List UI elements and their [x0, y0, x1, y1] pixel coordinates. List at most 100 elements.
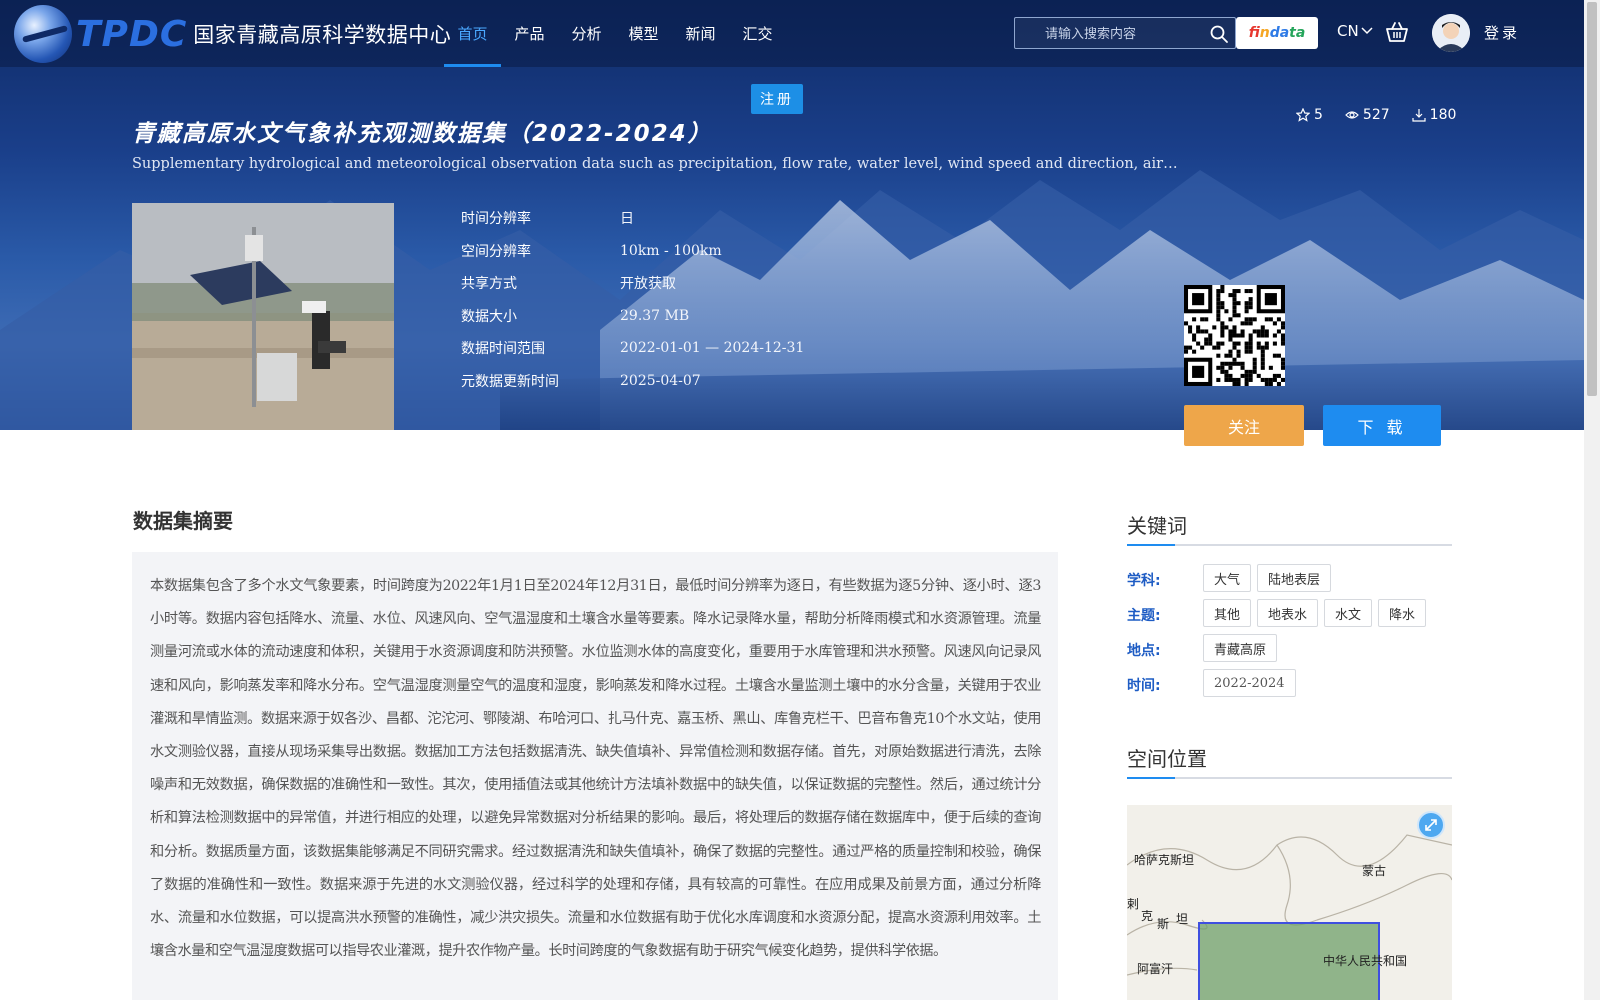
nav-news[interactable]: 新闻	[672, 0, 729, 67]
map-label: 斯	[1157, 917, 1170, 931]
keyword-row-time: 时间: 2022-2024	[1127, 669, 1452, 704]
qr-code-icon	[1184, 285, 1285, 386]
follow-button[interactable]: 关注	[1184, 405, 1304, 446]
keyword-tag[interactable]: 2022-2024	[1203, 669, 1296, 697]
keyword-tag[interactable]: 降水	[1378, 599, 1427, 627]
map-label: 坦	[1176, 912, 1189, 926]
meta-value: 日	[620, 211, 634, 228]
keyword-tag[interactable]: 其他	[1203, 599, 1252, 627]
dataset-photo	[132, 203, 394, 430]
findata-part-4: ta	[1289, 25, 1306, 41]
dataset-title: 青藏高原水文气象补充观测数据集（2022-2024）	[132, 121, 713, 147]
keyword-row-theme: 主题: 其他 地表水 水文 降水	[1127, 599, 1452, 634]
map-boundaries	[1127, 834, 1452, 1000]
meta-row: 共享方式 开放获取	[461, 267, 804, 300]
register-button[interactable]: 注册	[751, 84, 803, 114]
map-expand-icon[interactable]	[1417, 811, 1445, 839]
star-count-value: 5	[1314, 107, 1323, 123]
keywords-panel: 关键词 学科: 大气 陆地表层 主题: 其他 地表水 水文 降水 地点: 青藏高…	[1127, 510, 1452, 704]
language-label: CN	[1337, 22, 1359, 40]
map-label: 阿富汗	[1137, 962, 1174, 976]
nav-products[interactable]: 产品	[501, 0, 558, 67]
map-label: 哈萨克斯坦	[1134, 853, 1195, 867]
logo-abbreviation: TPDC	[76, 13, 188, 55]
download-count-value: 180	[1429, 107, 1457, 123]
download-icon	[1412, 109, 1426, 122]
main-nav: 首页 产品 分析 模型 新闻 汇交	[444, 0, 786, 67]
site-logo[interactable]: TPDC 国家青藏高原科学数据中心	[14, 4, 451, 64]
keyword-tag[interactable]: 青藏高原	[1203, 634, 1278, 662]
keyword-label: 学科:	[1127, 573, 1161, 589]
keyword-tag[interactable]: 陆地表层	[1257, 564, 1332, 592]
dataset-stats: 5 527 180	[1296, 107, 1456, 123]
findata-link[interactable]: fi n da ta	[1236, 17, 1318, 49]
meta-key: 数据时间范围	[461, 341, 545, 358]
summary-heading: 数据集摘要	[133, 509, 233, 533]
login-link[interactable]: 登录	[1484, 22, 1520, 43]
search-box	[1014, 17, 1236, 49]
page-scrollbar[interactable]	[1584, 0, 1600, 1000]
dataset-english-subtitle: Supplementary hydrological and meteorolo…	[132, 156, 1182, 172]
keyword-row-discipline: 学科: 大气 陆地表层	[1127, 564, 1452, 599]
star-count[interactable]: 5	[1296, 107, 1323, 123]
search-input[interactable]	[1015, 18, 1195, 48]
spatial-panel: 空间位置	[1127, 743, 1452, 779]
findata-part-3: da	[1269, 25, 1290, 41]
nav-home[interactable]: 首页	[444, 0, 501, 67]
user-avatar[interactable]	[1432, 14, 1470, 52]
meta-key: 元数据更新时间	[461, 373, 559, 390]
meta-key: 数据大小	[461, 308, 517, 325]
view-count-value: 527	[1362, 107, 1390, 123]
nav-submit[interactable]: 汇交	[729, 0, 786, 67]
dataset-metadata: 时间分辨率 日 空间分辨率 10km - 100km 共享方式 开放获取 数据大…	[461, 202, 804, 397]
keyword-label: 地点:	[1127, 643, 1161, 659]
meta-row: 数据大小 29.37 MB	[461, 300, 804, 333]
globe-logo-icon	[14, 5, 72, 63]
scrollbar-thumb[interactable]	[1587, 2, 1597, 396]
meta-key: 共享方式	[461, 276, 517, 293]
search-icon[interactable]	[1209, 24, 1229, 44]
summary-box: 本数据集包含了多个水文气象要素，时间跨度为2022年1月1日至2024年12月3…	[132, 552, 1058, 1000]
map-label: 克	[1141, 909, 1154, 923]
map-label: 中华人民共和国	[1323, 954, 1408, 968]
keyword-label: 主题:	[1127, 608, 1161, 624]
user-avatar-icon	[1432, 14, 1470, 52]
meta-row: 时间分辨率 日	[461, 202, 804, 235]
nav-models[interactable]: 模型	[615, 0, 672, 67]
meta-value: 开放获取	[620, 276, 676, 293]
meta-value: 10km - 100km	[620, 242, 722, 259]
eye-icon	[1345, 111, 1359, 119]
spatial-heading: 空间位置	[1127, 743, 1452, 779]
meta-value: 2025-04-07	[620, 372, 701, 389]
summary-text: 本数据集包含了多个水文气象要素，时间跨度为2022年1月1日至2024年12月3…	[150, 578, 1041, 960]
star-icon	[1296, 108, 1310, 122]
logo-site-name: 国家青藏高原科学数据中心	[193, 23, 452, 47]
meta-value: 2022-01-01 — 2024-12-31	[620, 340, 805, 357]
meta-value: 29.37 MB	[620, 307, 690, 324]
spatial-map[interactable]: 哈萨克斯坦 蒙古 克 斯 坦 阿富汗 中华人民共和国 剌	[1127, 805, 1452, 1000]
download-count: 180	[1412, 107, 1457, 123]
qr-code	[1184, 285, 1285, 386]
keyword-tag[interactable]: 地表水	[1257, 599, 1319, 627]
map-label: 剌	[1127, 897, 1140, 911]
nav-analysis[interactable]: 分析	[558, 0, 615, 67]
keywords-heading: 关键词	[1127, 510, 1452, 546]
language-switcher[interactable]: CN	[1337, 22, 1373, 40]
findata-part-2: n	[1259, 25, 1270, 41]
findata-part-1: fi	[1248, 25, 1260, 41]
chevron-down-icon	[1361, 27, 1373, 35]
download-button[interactable]: 下 载	[1323, 405, 1441, 446]
keyword-tag[interactable]: 大气	[1203, 564, 1252, 592]
keyword-label: 时间:	[1127, 678, 1161, 694]
meta-row: 空间分辨率 10km - 100km	[461, 235, 804, 268]
keyword-row-place: 地点: 青藏高原	[1127, 634, 1452, 669]
keyword-tag[interactable]: 水文	[1324, 599, 1373, 627]
meta-key: 时间分辨率	[461, 211, 531, 228]
meta-row: 元数据更新时间 2025-04-07	[461, 365, 804, 398]
meta-key: 空间分辨率	[461, 243, 531, 260]
map-label: 蒙古	[1362, 864, 1387, 878]
basket-icon[interactable]	[1385, 21, 1409, 43]
view-count: 527	[1345, 107, 1390, 123]
meta-row: 数据时间范围 2022-01-01 — 2024-12-31	[461, 332, 804, 365]
fullscreen-icon	[1425, 819, 1437, 831]
